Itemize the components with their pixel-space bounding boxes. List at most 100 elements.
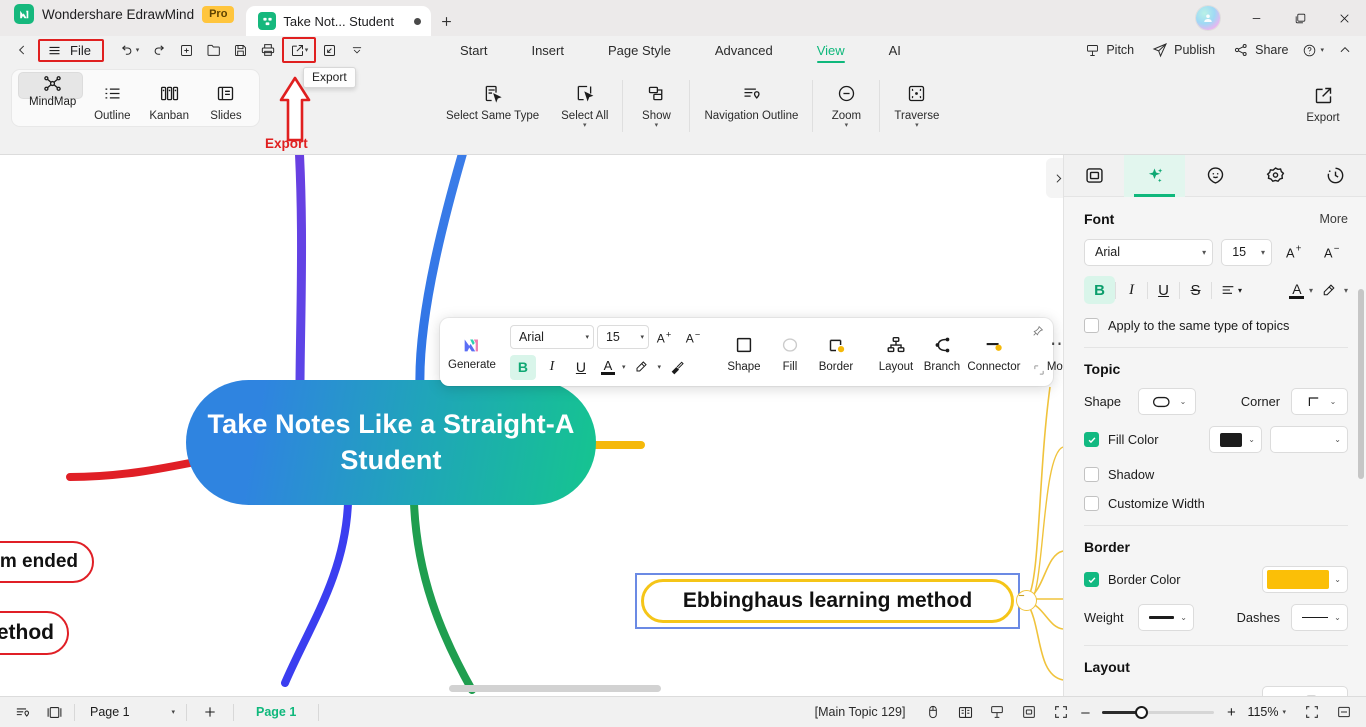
export-button[interactable]: ▾ — [281, 37, 316, 63]
panel-increase-font-button[interactable]: A + — [1280, 238, 1310, 266]
tool-select-all[interactable]: Select All ▾ — [553, 72, 616, 131]
close-button[interactable] — [1322, 0, 1366, 36]
tool-zoom[interactable]: Zoom ▾ — [819, 72, 873, 131]
pitch-button[interactable]: Pitch — [1077, 38, 1142, 62]
select-all-dropdown-icon[interactable]: ▾ — [583, 122, 587, 129]
apply-same-type-checkbox[interactable] — [1084, 318, 1099, 333]
shadow-row[interactable]: Shadow — [1084, 467, 1348, 482]
fill-color-checkbox[interactable] — [1084, 432, 1099, 447]
zoom-level-value[interactable]: 115% — [1247, 705, 1278, 719]
full-screen-button[interactable] — [1045, 697, 1077, 727]
ribbon-export-button[interactable]: Export — [1296, 74, 1350, 126]
font-size-select[interactable]: 15 ▾ — [596, 325, 649, 349]
panel-strikethrough-button[interactable]: S — [1180, 276, 1211, 304]
topic-shape-select[interactable]: ⌄ — [1138, 388, 1196, 415]
resize-handle-icon[interactable] — [1034, 365, 1044, 378]
view-mode-outline[interactable]: Outline — [85, 72, 139, 124]
increase-font-button[interactable]: A + — [652, 325, 678, 350]
ribbon-tab-advanced[interactable]: Advanced — [693, 36, 795, 64]
tool-traverse[interactable]: Traverse ▾ — [886, 72, 947, 131]
customize-qat-button[interactable] — [344, 39, 370, 61]
save-button[interactable] — [228, 39, 254, 61]
panel-italic-button[interactable]: I — [1116, 276, 1147, 304]
zoom-dropdown-icon[interactable]: ▾ — [1282, 709, 1286, 716]
fit-page-button[interactable] — [1013, 697, 1045, 727]
zoom-out-button[interactable]: – — [1077, 704, 1093, 721]
zoom-slider[interactable] — [1102, 705, 1215, 719]
panel-font-size-select[interactable]: 15 ▾ — [1221, 238, 1273, 266]
topic-learning-method[interactable]: g method — [0, 611, 69, 655]
ribbon-tab-page-style[interactable]: Page Style — [586, 36, 693, 64]
share-button[interactable]: Share — [1225, 38, 1296, 62]
panel-tab-history[interactable] — [1306, 155, 1366, 197]
highlight-button[interactable] — [628, 355, 654, 380]
open-file-button[interactable] — [201, 39, 227, 61]
ai-generate-button[interactable]: Generate — [448, 334, 496, 371]
zoom-dropdown-icon[interactable]: ▾ — [845, 122, 849, 129]
ribbon-tab-ai[interactable]: AI — [867, 36, 923, 64]
topic-corner-select[interactable]: ⌄ — [1291, 388, 1348, 415]
canvas-horizontal-scrollbar[interactable] — [449, 685, 661, 692]
decrease-font-button[interactable]: A − — [681, 325, 707, 350]
font-color-button[interactable]: A — [597, 355, 619, 380]
view-mode-mindmap[interactable]: MindMap — [18, 72, 84, 108]
presentation-mode-button[interactable] — [981, 697, 1013, 727]
pin-toolbar-button[interactable] — [1031, 325, 1044, 343]
ribbon-tab-insert[interactable]: Insert — [509, 36, 586, 64]
ribbon-tab-view[interactable]: View — [795, 36, 867, 64]
fit-to-screen-button[interactable] — [1296, 697, 1328, 727]
help-button[interactable]: ▾ — [1298, 38, 1328, 62]
border-dashes-select[interactable]: ⌄ — [1291, 604, 1348, 631]
view-mode-slides[interactable]: Slides — [199, 72, 253, 124]
mindmap-canvas[interactable]: mm ended g method Take Notes Like a Stra… — [0, 155, 1063, 696]
panel-highlight-button[interactable] — [1313, 276, 1344, 304]
panel-tab-page[interactable] — [1064, 155, 1124, 197]
show-dropdown-icon[interactable]: ▾ — [655, 122, 659, 129]
font-more-link[interactable]: More — [1320, 212, 1348, 226]
highlight-dropdown-icon[interactable]: ▾ — [657, 364, 661, 371]
fill-button[interactable]: Fill — [767, 332, 813, 373]
bold-button[interactable]: B — [509, 354, 536, 380]
print-button[interactable] — [255, 39, 281, 61]
ribbon-tab-start[interactable]: Start — [438, 36, 509, 64]
connector-button[interactable]: Connector — [965, 332, 1023, 373]
panel-align-button[interactable]: ▾ — [1212, 276, 1250, 304]
customize-width-row[interactable]: Customize Width — [1084, 496, 1348, 511]
underline-button[interactable]: U — [568, 355, 594, 380]
back-button[interactable] — [10, 43, 34, 57]
panel-underline-button[interactable]: U — [1148, 276, 1179, 304]
fill-color-primary-select[interactable]: ⌄ — [1209, 426, 1262, 453]
presentation-button[interactable] — [317, 39, 343, 61]
customize-width-checkbox[interactable] — [1084, 496, 1099, 511]
fill-color-secondary-select[interactable]: ⌄ — [1270, 426, 1348, 453]
collapse-topic-button[interactable] — [1016, 590, 1037, 611]
border-color-checkbox[interactable] — [1084, 572, 1099, 587]
italic-button[interactable]: I — [539, 355, 565, 380]
add-page-button[interactable] — [191, 697, 229, 727]
font-family-select[interactable]: Arial ▾ — [509, 325, 594, 349]
border-color-select[interactable]: ⌄ — [1262, 566, 1348, 593]
new-tab-button[interactable] — [431, 6, 461, 36]
shadow-checkbox[interactable] — [1084, 467, 1099, 482]
traverse-dropdown-icon[interactable]: ▾ — [915, 122, 919, 129]
page-selector[interactable]: Page 1 ▾ — [79, 701, 182, 723]
panel-scrollbar[interactable] — [1358, 289, 1364, 479]
panel-bold-button[interactable]: B — [1084, 276, 1115, 304]
font-color-dropdown-icon[interactable]: ▾ — [622, 364, 626, 371]
tool-navigation-outline[interactable]: Navigation Outline — [696, 72, 806, 124]
shape-button[interactable]: Shape — [721, 332, 767, 373]
zoom-in-button[interactable]: + — [1223, 704, 1239, 721]
minimize-button[interactable] — [1234, 0, 1278, 36]
document-tab[interactable]: Take Not... Student — [246, 6, 432, 36]
status-side-panel-button[interactable] — [38, 697, 70, 727]
mouse-mode-button[interactable] — [917, 697, 949, 727]
panel-font-family-select[interactable]: Arial ▾ — [1084, 238, 1214, 266]
topic-recommended[interactable]: mm ended — [0, 541, 94, 583]
book-mode-button[interactable] — [949, 697, 981, 727]
new-file-button[interactable] — [174, 39, 200, 61]
panel-tab-emoji[interactable] — [1185, 155, 1245, 197]
collapse-ribbon-button[interactable] — [1330, 38, 1360, 62]
avatar[interactable] — [1196, 6, 1220, 30]
view-mode-kanban[interactable]: Kanban — [141, 72, 197, 124]
panel-tab-style[interactable] — [1124, 154, 1185, 197]
